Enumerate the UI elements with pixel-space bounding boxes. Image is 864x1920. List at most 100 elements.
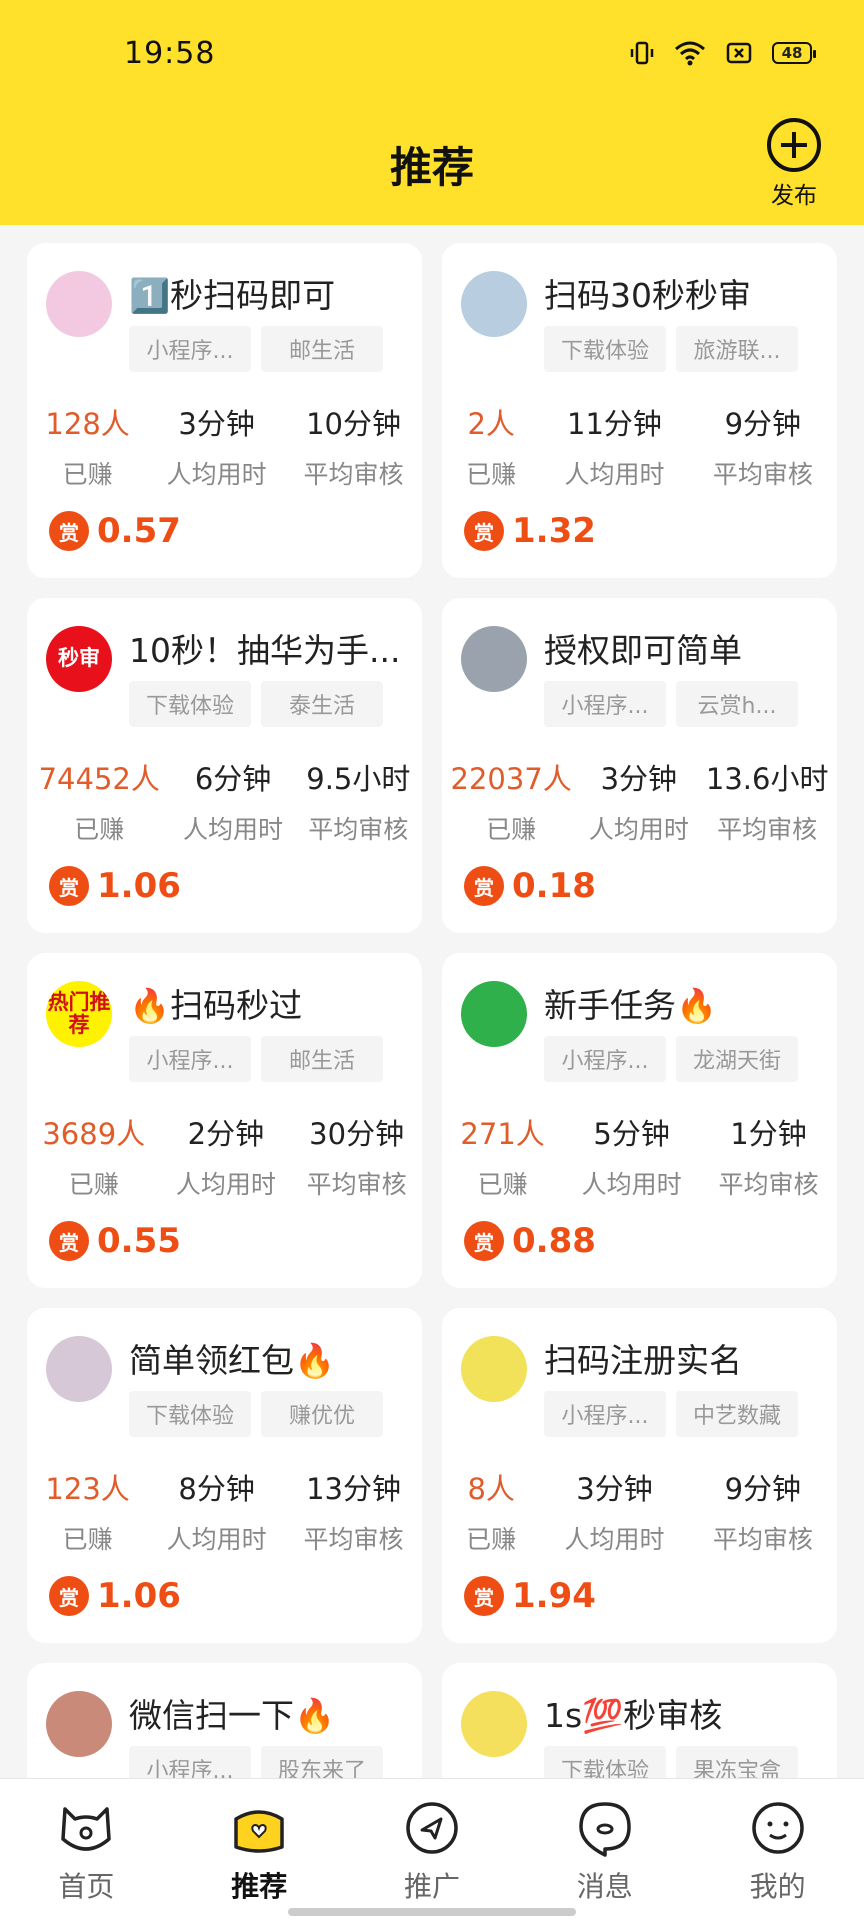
publisher-avatar (461, 626, 527, 692)
task-type-tag: 下载体验 (544, 1746, 666, 1778)
publisher-avatar (461, 1691, 527, 1757)
task-stats: 22037人 已赚 3分钟 人均用时 13.6小时 平均审核 (442, 756, 837, 846)
stat-avg-time-label: 人均用时 (564, 460, 665, 489)
stat-avg-time-label: 人均用时 (166, 1525, 267, 1554)
task-stats: 128人 已赚 3分钟 人均用时 10分钟 平均审核 (27, 401, 422, 491)
tab-label: 我的 (749, 1870, 806, 1903)
stat-avg-time-label: 人均用时 (166, 460, 267, 489)
publisher-tag: 龙湖天街 (676, 1036, 798, 1082)
stat-avg-review-label: 平均审核 (712, 1525, 813, 1554)
stat-earned-label: 已赚 (74, 815, 125, 844)
task-tags: 小程序... 邮生活 (129, 326, 383, 372)
publisher-avatar (461, 271, 527, 337)
reward-icon: 赏 (464, 511, 504, 551)
tab-chat-bubble[interactable]: 消息 (518, 1779, 691, 1920)
task-type-tag: 下载体验 (544, 326, 666, 372)
publisher-avatar: 热门推荐 (46, 981, 112, 1047)
stat-avg-review-label: 平均审核 (712, 460, 813, 489)
publisher-avatar: 秒审 (46, 626, 112, 692)
task-title: 微信扫一下🔥 (129, 1696, 336, 1735)
stat-earned-label: 已赚 (486, 815, 537, 844)
reward-amount: 0.18 (512, 866, 596, 906)
publisher-avatar (461, 1336, 527, 1402)
task-card[interactable]: 1️⃣秒扫码即可 小程序... 邮生活 128人 已赚 3分钟 人均用时 10分… (27, 243, 422, 578)
task-type-tag: 小程序... (544, 1036, 666, 1082)
task-type-tag: 小程序... (544, 1391, 666, 1437)
stat-earned-value: 128人 (45, 407, 130, 441)
reward-icon: 赏 (49, 1221, 89, 1261)
stat-avg-review-value: 13.6小时 (705, 762, 829, 796)
home-indicator (288, 1908, 576, 1916)
stat-earned-value: 123人 (45, 1472, 130, 1506)
tab-cat-face[interactable]: 首页 (0, 1779, 173, 1920)
publisher-avatar (461, 981, 527, 1047)
app-header: 19:58 48 推荐 发布 (0, 0, 864, 225)
reward-icon: 赏 (464, 866, 504, 906)
task-stats: 2人 已赚 11分钟 人均用时 9分钟 平均审核 (442, 401, 837, 491)
reward-icon: 赏 (49, 1576, 89, 1616)
reward-icon: 赏 (49, 866, 89, 906)
stat-avg-time: 2分钟 人均用时 (176, 1111, 276, 1201)
stat-avg-review-label: 平均审核 (306, 1170, 407, 1199)
task-title: 简单领红包🔥 (129, 1341, 336, 1380)
task-stats: 123人 已赚 8分钟 人均用时 13分钟 平均审核 (27, 1466, 422, 1556)
stat-avg-time: 5分钟 人均用时 (582, 1111, 682, 1201)
task-stats: 74452人 已赚 6分钟 人均用时 9.5小时 平均审核 (27, 756, 422, 846)
stat-avg-time-label: 人均用时 (581, 1170, 682, 1199)
tab-heart-bag[interactable]: 推荐 (173, 1779, 346, 1920)
task-tags: 小程序... 股东来了 (129, 1746, 383, 1778)
task-card[interactable]: 新手任务🔥 小程序... 龙湖天街 271人 已赚 5分钟 人均用时 1分钟 平… (442, 953, 837, 1288)
tab-label: 推荐 (231, 1870, 288, 1903)
reward: 赏 1.06 (49, 866, 181, 906)
publisher-tag: 旅游联... (676, 326, 798, 372)
battery-icon: 48 (772, 42, 816, 64)
stat-avg-time: 11分钟 人均用时 (564, 401, 664, 491)
publisher-tag: 泰生活 (261, 681, 383, 727)
task-card[interactable]: 热门推荐 🔥扫码秒过 小程序... 邮生活 3689人 已赚 2分钟 人均用时 … (27, 953, 422, 1288)
stat-avg-review-value: 9分钟 (724, 1472, 802, 1506)
stat-earned-label: 已赚 (62, 1525, 113, 1554)
task-card[interactable]: 秒审 10秒！抽华为手... 下载体验 泰生活 74452人 已赚 6分钟 人均… (27, 598, 422, 933)
stat-avg-review: 13分钟 平均审核 (304, 1466, 404, 1556)
stat-avg-time-value: 5分钟 (593, 1117, 670, 1151)
task-tags: 下载体验 果冻宝盒 (544, 1746, 798, 1778)
reward-amount: 1.32 (512, 511, 596, 551)
publisher-avatar (46, 1336, 112, 1402)
task-type-tag: 小程序... (129, 326, 251, 372)
stat-avg-review: 9分钟 平均审核 (713, 401, 813, 491)
publisher-tag: 邮生活 (261, 326, 383, 372)
stat-avg-time-label: 人均用时 (183, 815, 284, 844)
task-grid: 1️⃣秒扫码即可 小程序... 邮生活 128人 已赚 3分钟 人均用时 10分… (0, 225, 864, 1778)
stat-earned-label: 已赚 (68, 1170, 119, 1199)
stat-avg-time-label: 人均用时 (588, 815, 689, 844)
reward: 赏 0.18 (464, 866, 596, 906)
tab-smile-face[interactable]: 我的 (691, 1779, 864, 1920)
stat-earned-value: 2人 (467, 407, 515, 441)
tab-label: 推广 (403, 1870, 460, 1903)
stat-avg-review-label: 平均审核 (718, 1170, 819, 1199)
sim-off-icon (726, 42, 752, 64)
task-card[interactable]: 1s💯秒审核 下载体验 果冻宝盒 已赚 人均用时 平均审核 赏 (442, 1663, 837, 1778)
task-type-tag: 下载体验 (129, 1391, 251, 1437)
reward: 赏 1.94 (464, 1576, 596, 1616)
stat-earned: 3689人 已赚 (42, 1111, 145, 1201)
task-tags: 下载体验 赚优优 (129, 1391, 383, 1437)
task-card[interactable]: 扫码注册实名 小程序... 中艺数藏 8人 已赚 3分钟 人均用时 9分钟 平均… (442, 1308, 837, 1643)
task-title: 1️⃣秒扫码即可 (129, 276, 336, 315)
stat-avg-review: 1分钟 平均审核 (719, 1111, 819, 1201)
publisher-avatar (46, 1691, 112, 1757)
reward-amount: 0.57 (97, 511, 181, 551)
status-time: 19:58 (124, 36, 216, 71)
publish-button[interactable]: 发布 (758, 118, 830, 210)
stat-earned-value: 8人 (467, 1472, 515, 1506)
stat-earned-value: 271人 (460, 1117, 545, 1151)
stat-avg-review-value: 30分钟 (309, 1117, 405, 1151)
task-card[interactable]: 简单领红包🔥 下载体验 赚优优 123人 已赚 8分钟 人均用时 13分钟 平均… (27, 1308, 422, 1643)
stat-avg-review: 30分钟 平均审核 (307, 1111, 407, 1201)
tab-send[interactable]: 推广 (346, 1779, 519, 1920)
task-card[interactable]: 授权即可简单 小程序... 云赏h... 22037人 已赚 3分钟 人均用时 … (442, 598, 837, 933)
stat-avg-review-value: 9.5小时 (306, 762, 411, 796)
task-card[interactable]: 扫码30秒秒审 下载体验 旅游联... 2人 已赚 11分钟 人均用时 9分钟 … (442, 243, 837, 578)
stat-avg-time: 8分钟 人均用时 (167, 1466, 267, 1556)
task-card[interactable]: 微信扫一下🔥 小程序... 股东来了 已赚 人均用时 平均审核 赏 (27, 1663, 422, 1778)
